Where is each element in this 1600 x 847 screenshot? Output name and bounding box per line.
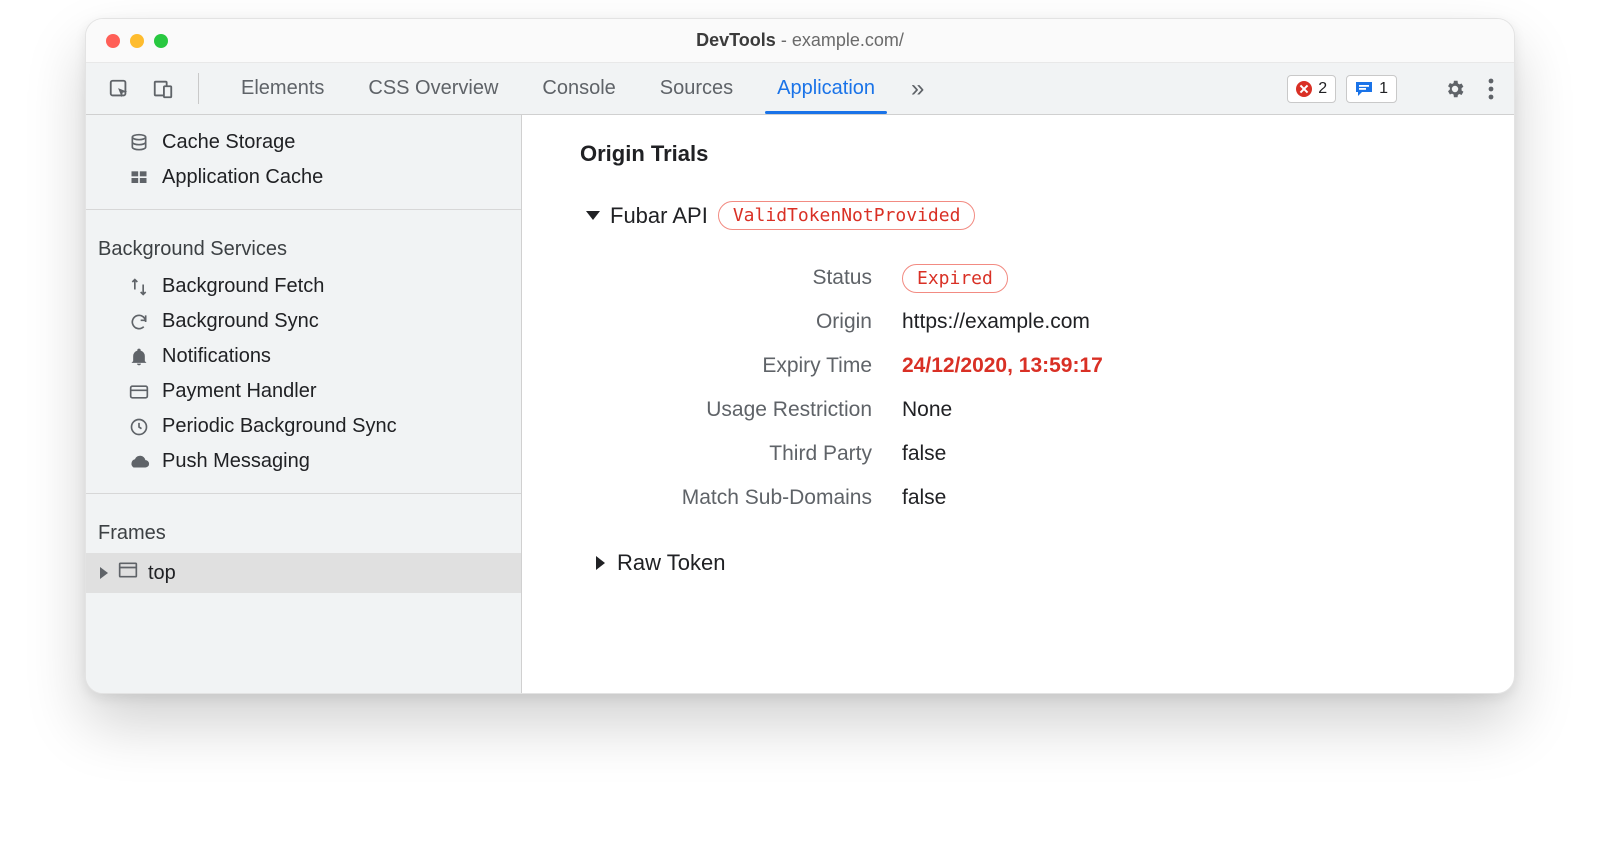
toolbar-separator — [198, 73, 199, 104]
application-sidebar: Cache Storage Application Cache Backgrou… — [86, 115, 522, 693]
section-heading-origin-trials: Origin Trials — [580, 141, 1474, 167]
sidebar-section-frames[interactable]: Frames — [86, 508, 521, 553]
sidebar-item-label: Notifications — [162, 345, 271, 368]
status-pill-expired: Expired — [902, 264, 1008, 293]
sidebar-item-payment-handler[interactable]: Payment Handler — [86, 374, 521, 409]
field-value-expiry: 24/12/2020, 13:59:17 — [902, 354, 1103, 378]
window-controls — [86, 34, 168, 48]
title-bar: DevTools - example.com/ — [86, 19, 1514, 63]
window-title: DevTools - example.com/ — [86, 30, 1514, 51]
grid-icon — [128, 168, 150, 188]
window-title-app: DevTools — [696, 30, 776, 50]
clock-icon — [128, 417, 150, 437]
field-label-origin: Origin — [632, 310, 902, 334]
collapse-icon — [586, 211, 600, 220]
tab-sources[interactable]: Sources — [640, 63, 753, 114]
device-toolbar-icon[interactable] — [144, 63, 182, 114]
field-label-match-subdomains: Match Sub-Domains — [632, 486, 902, 510]
issues-count-badge[interactable]: 1 — [1346, 75, 1397, 103]
frame-name: top — [148, 562, 176, 585]
window-title-url: example.com/ — [792, 30, 904, 50]
raw-token-label: Raw Token — [617, 550, 725, 576]
field-label-expiry: Expiry Time — [632, 354, 902, 378]
sidebar-item-background-sync[interactable]: Background Sync — [86, 304, 521, 339]
error-count: 2 — [1318, 80, 1327, 98]
inspect-element-icon[interactable] — [100, 63, 138, 114]
devtools-toolbar: Elements CSS Overview Console Sources Ap… — [86, 63, 1514, 115]
sidebar-item-background-fetch[interactable]: Background Fetch — [86, 269, 521, 304]
sidebar-item-periodic-sync[interactable]: Periodic Background Sync — [86, 409, 521, 444]
sidebar-divider — [86, 493, 521, 494]
field-value-usage-restriction: None — [902, 398, 952, 422]
tabs-overflow-icon[interactable]: » — [899, 63, 936, 114]
error-count-badge[interactable]: 2 — [1287, 75, 1336, 103]
sync-icon — [128, 312, 150, 332]
sidebar-divider — [86, 209, 521, 210]
issues-count: 1 — [1379, 80, 1388, 98]
sidebar-item-application-cache[interactable]: Application Cache — [86, 160, 521, 195]
sidebar-item-label: Push Messaging — [162, 450, 310, 473]
sidebar-item-notifications[interactable]: Notifications — [86, 339, 521, 374]
sidebar-item-label: Application Cache — [162, 166, 323, 189]
field-value-match-subdomains: false — [902, 486, 946, 510]
window-minimize-button[interactable] — [130, 34, 144, 48]
cloud-icon — [128, 452, 150, 472]
field-label-status: Status — [632, 266, 902, 290]
window-close-button[interactable] — [106, 34, 120, 48]
credit-card-icon — [128, 382, 150, 402]
window-zoom-button[interactable] — [154, 34, 168, 48]
sidebar-item-label: Background Fetch — [162, 275, 324, 298]
tab-elements[interactable]: Elements — [221, 63, 344, 114]
origin-trial-row[interactable]: Fubar API ValidTokenNotProvided — [586, 201, 1474, 230]
frame-detail-content: Origin Trials Fubar API ValidTokenNotPro… — [522, 115, 1514, 693]
settings-icon[interactable] — [1438, 78, 1472, 100]
sidebar-item-label: Background Sync — [162, 310, 319, 333]
field-label-usage-restriction: Usage Restriction — [632, 398, 902, 422]
issues-icon — [1355, 81, 1373, 97]
field-label-third-party: Third Party — [632, 442, 902, 466]
tab-application[interactable]: Application — [757, 63, 895, 114]
field-value-third-party: false — [902, 442, 946, 466]
sidebar-section-background-services[interactable]: Background Services — [86, 224, 521, 269]
database-icon — [128, 133, 150, 153]
sidebar-item-frame-top[interactable]: top — [86, 553, 521, 593]
origin-trial-details: Status Expired Origin https://example.co… — [632, 256, 1474, 520]
more-menu-icon[interactable] — [1482, 78, 1500, 100]
panel-body: Cache Storage Application Cache Backgrou… — [86, 115, 1514, 693]
trial-status-pill: ValidTokenNotProvided — [718, 201, 976, 230]
raw-token-toggle[interactable]: Raw Token — [596, 550, 1474, 576]
devtools-window: DevTools - example.com/ Elements CSS Ove… — [85, 18, 1515, 694]
sidebar-item-cache-storage[interactable]: Cache Storage — [86, 125, 521, 160]
tab-css-overview[interactable]: CSS Overview — [348, 63, 518, 114]
sidebar-item-label: Payment Handler — [162, 380, 317, 403]
expand-icon — [100, 567, 108, 579]
fetch-icon — [128, 277, 150, 297]
sidebar-item-push-messaging[interactable]: Push Messaging — [86, 444, 521, 479]
field-value-origin: https://example.com — [902, 310, 1090, 334]
devtools-tabs: Elements CSS Overview Console Sources Ap… — [221, 63, 936, 114]
window-frame-icon — [118, 561, 138, 585]
sidebar-item-label: Periodic Background Sync — [162, 415, 397, 438]
expand-icon — [596, 556, 605, 570]
origin-trial-name: Fubar API — [610, 203, 708, 229]
tab-console[interactable]: Console — [522, 63, 635, 114]
bell-icon — [128, 347, 150, 367]
sidebar-item-label: Cache Storage — [162, 131, 295, 154]
error-icon — [1296, 81, 1312, 97]
